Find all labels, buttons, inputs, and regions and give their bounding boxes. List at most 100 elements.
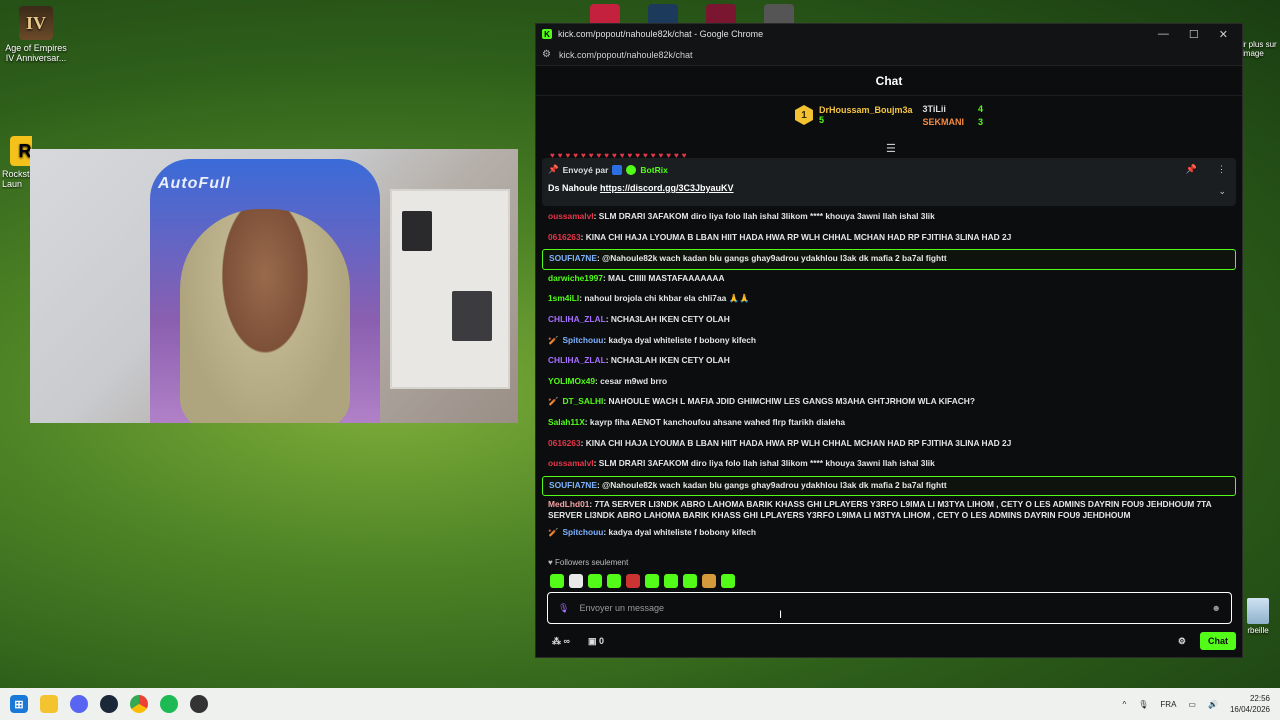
chat-username[interactable]: Salah11X <box>548 417 585 427</box>
chat-username[interactable]: YOLIMOx49 <box>548 376 595 386</box>
chat-text: : nahoul brojola chi khbar ela chli7aa 🙏… <box>579 293 750 304</box>
leaderboard-name[interactable]: 3TiLii <box>923 104 965 114</box>
send-chat-button[interactable]: Chat <box>1200 632 1236 650</box>
chat-message-content: oussamalvl: SLM DRARI 3AFAKOM diro liya … <box>548 211 935 222</box>
collapse-icon[interactable]: ☰ <box>886 142 896 155</box>
chat-message: 1sm4iLl: nahoul brojola chi khbar ela ch… <box>542 290 1236 311</box>
shelf-item <box>402 211 432 251</box>
chat-username[interactable]: MedLhd01 <box>548 499 589 509</box>
sent-by-label: Envoyé par <box>562 164 609 175</box>
kick-favicon-icon: K <box>542 29 552 39</box>
chat-message-content: CHLIHA_ZLAL: NCHA3LAH IKEN CETY OLAH <box>548 355 730 366</box>
clock-date: 16/04/2026 <box>1229 705 1270 714</box>
chat-message: SOUFIA7NE: @Nahoule82k wach kadan blu ga… <box>542 249 1236 270</box>
chat-username[interactable]: oussamalvl <box>548 458 594 468</box>
emote-icon[interactable] <box>702 574 716 588</box>
chat-username[interactable]: darwiche1997 <box>548 273 603 283</box>
chat-text: : NCHA3LAH IKEN CETY OLAH <box>605 355 730 366</box>
chat-username[interactable]: DT_SALHI <box>562 396 603 406</box>
chat-input-placeholder: Envoyer un message <box>579 603 664 613</box>
clock[interactable]: 22:56 16/04/2026 <box>1230 693 1270 715</box>
chat-text: : kayrp fiha AENOT kanchoufou ahsane wah… <box>584 416 846 427</box>
points-indicator[interactable]: ⁂ ∞ <box>552 636 570 647</box>
followers-only-text: Followers seulement <box>554 558 629 567</box>
chat-message-content: Salah11X: kayrp fiha AENOT kanchoufou ah… <box>548 417 845 428</box>
volume-icon[interactable]: 🔊 <box>1208 700 1218 709</box>
age-of-empires-icon: IV <box>19 6 53 40</box>
close-button[interactable]: ✕ <box>1219 28 1228 41</box>
chat-message: CHLIHA_ZLAL: NCHA3LAH IKEN CETY OLAH <box>542 311 1236 332</box>
pinned-sender[interactable]: BotRix <box>640 165 667 175</box>
microphone-tray-icon[interactable]: 🎙 <box>1138 700 1148 709</box>
chat-message: 🏏 DT_SALHI: NAHOULE WACH L MAFIA JDID GHI… <box>542 393 1236 414</box>
chat-input[interactable]: 🎙 Envoyer un message ☻ <box>547 592 1232 624</box>
chat-username[interactable]: Spitchouu <box>562 527 603 537</box>
chat-text: : SLM DRARI 3AFAKOM diro liya folo llah … <box>593 211 935 221</box>
emote-icon[interactable] <box>550 574 564 588</box>
chat-username[interactable]: Spitchouu <box>562 335 603 345</box>
network-icon[interactable]: ▭ <box>1188 700 1196 709</box>
system-tray: ^ 🎙 FRA ▭ 🔊 22:56 16/04/2026 <box>1123 693 1271 715</box>
chat-message: 🏏 Spitchouu: kadya dyal whiteliste f bobo… <box>542 524 1236 545</box>
emote-icon[interactable] <box>645 574 659 588</box>
chevron-up-icon[interactable]: ^ <box>1123 700 1127 709</box>
minimize-button[interactable]: — <box>1158 28 1169 41</box>
clock-time: 22:56 <box>1249 694 1270 703</box>
emote-icon[interactable] <box>683 574 697 588</box>
chevron-down-icon[interactable]: ⌄ <box>1218 186 1226 197</box>
desktop-icon-right[interactable]: ir plus sur image <box>1242 40 1280 58</box>
address-bar[interactable]: ⚙ kick.com/popout/nahoule82k/chat <box>536 44 1242 66</box>
file-explorer-icon[interactable] <box>40 695 58 713</box>
emote-icon[interactable] <box>569 574 583 588</box>
chat-username[interactable]: CHLIHA_ZLAL <box>548 355 606 365</box>
browser-window: K kick.com/popout/nahoule82k/chat - Goog… <box>535 23 1243 658</box>
microphone-icon[interactable]: 🎙 <box>558 603 569 614</box>
obs-icon[interactable] <box>190 695 208 713</box>
emote-icon[interactable] <box>664 574 678 588</box>
gift-icon: ▣ <box>587 635 597 646</box>
windows-start-icon[interactable]: ⊞ <box>10 695 28 713</box>
more-options-icon[interactable]: ⋮ <box>1217 164 1226 175</box>
chat-username[interactable]: 0616263 <box>548 438 581 448</box>
followers-only-label: ♥ Followers seulement <box>548 558 629 567</box>
emote-icon[interactable] <box>626 574 640 588</box>
chrome-icon[interactable] <box>130 695 148 713</box>
chat-username[interactable]: CHLIHA_ZLAL <box>548 314 606 324</box>
bot-badge-icon <box>612 164 623 175</box>
shelf-item <box>452 291 492 341</box>
chat-username[interactable]: 1sm4iLl <box>548 293 579 303</box>
chat-message-content: 🏏 Spitchouu: kadya dyal whiteliste f bobo… <box>548 335 756 346</box>
chat-username[interactable]: SOUFIA7NE <box>549 253 597 263</box>
spotify-icon[interactable] <box>160 695 178 713</box>
leaderboard-name[interactable]: SEKMANI <box>923 117 965 127</box>
desktop-icon-recycle-bin[interactable]: rbeille <box>1240 598 1276 635</box>
rockstar-icon: R <box>10 136 32 166</box>
emote-icon[interactable] <box>607 574 621 588</box>
chat-username[interactable]: SOUFIA7NE <box>549 480 597 490</box>
site-settings-icon[interactable]: ⚙ <box>542 49 551 60</box>
chat-message: oussamalvl: SLM DRARI 3AFAKOM diro liya … <box>542 208 1236 229</box>
emote-icon[interactable] <box>588 574 602 588</box>
chat-message: MedLhd01: 7TA SERVER LI3NDK ABRO LAHOMA … <box>542 496 1236 524</box>
browser-titlebar[interactable]: K kick.com/popout/nahoule82k/chat - Goog… <box>536 24 1242 44</box>
language-indicator[interactable]: FRA <box>1160 700 1176 709</box>
leaderboard-name[interactable]: DrHoussam_Boujm3a <box>819 105 913 115</box>
chat-username[interactable]: oussamalvl <box>548 211 594 221</box>
verified-badge-icon <box>626 164 637 175</box>
emoji-icon[interactable]: ☻ <box>1212 603 1221 613</box>
pinned-link[interactable]: https://discord.gg/3C3JbyauKV <box>600 183 734 193</box>
steam-icon[interactable] <box>100 695 118 713</box>
gift-indicator[interactable]: ▣ 0 <box>588 636 604 647</box>
chat-message: darwiche1997: MAL CIIIII MASTAFAAAAAAA <box>542 270 1236 291</box>
settings-gear-icon[interactable]: ⚙ <box>1178 636 1186 647</box>
desktop-icon-rockstar[interactable]: R Rocksta Laun <box>2 136 32 189</box>
chat-username[interactable]: 0616263 <box>548 232 581 242</box>
desktop-icon-label: Rocksta Laun <box>2 169 32 189</box>
sub-badge-icon: 🏏 <box>548 396 559 407</box>
taskbar: ⊞ ^ 🎙 FRA ▭ 🔊 22:56 16/04/2026 <box>0 688 1280 720</box>
maximize-button[interactable]: ☐ <box>1189 28 1199 41</box>
pin-toggle-icon[interactable]: 📌 <box>1186 164 1197 175</box>
desktop-icon-age-of-empires[interactable]: IV Age of Empires IV Anniversar... <box>0 6 72 63</box>
emote-icon[interactable] <box>721 574 735 588</box>
discord-icon[interactable] <box>70 695 88 713</box>
